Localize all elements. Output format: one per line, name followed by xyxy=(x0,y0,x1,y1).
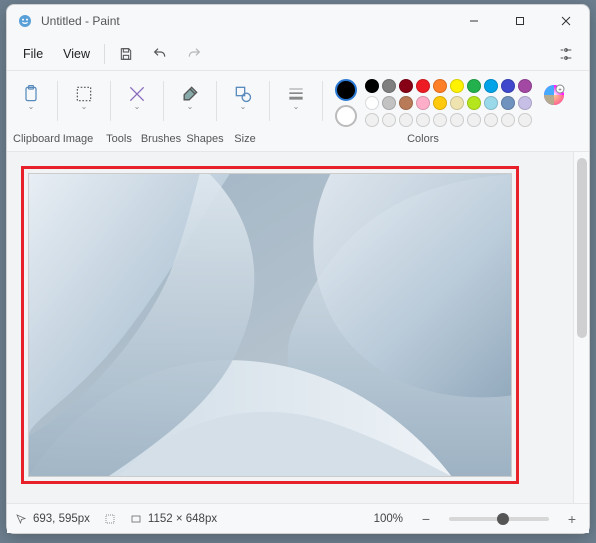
color-selectors xyxy=(335,79,357,127)
label-size: Size xyxy=(227,133,263,145)
color-swatch[interactable] xyxy=(399,96,413,110)
label-brushes: Brushes xyxy=(139,133,183,145)
color-swatch[interactable] xyxy=(365,96,379,110)
canvas[interactable] xyxy=(29,174,511,476)
paint-window: Untitled - Paint File View ⌄ ⌄ ⌄ ⌄ ⌄ ⌄ xyxy=(6,4,590,534)
color-swatch[interactable] xyxy=(382,113,396,127)
color-swatch[interactable] xyxy=(365,113,379,127)
selection-size xyxy=(104,513,116,525)
cursor-icon xyxy=(15,513,27,525)
menu-file[interactable]: File xyxy=(13,41,53,67)
color-swatch[interactable] xyxy=(382,96,396,110)
menu-bar: File View xyxy=(7,37,589,71)
settings-button[interactable] xyxy=(549,40,583,68)
label-shapes: Shapes xyxy=(183,133,227,145)
color-swatch[interactable] xyxy=(416,79,430,93)
redo-button[interactable] xyxy=(177,40,211,68)
cursor-position-text: 693, 595px xyxy=(33,513,90,525)
dimensions-icon xyxy=(130,513,142,525)
brushes-button[interactable]: ⌄ xyxy=(172,77,208,117)
label-colors: Colors xyxy=(263,133,583,145)
color-swatch[interactable] xyxy=(450,79,464,93)
color-swatch[interactable] xyxy=(518,79,532,93)
save-button[interactable] xyxy=(109,40,143,68)
zoom-out-button[interactable]: − xyxy=(417,511,435,527)
color-palette xyxy=(365,79,532,127)
color-swatch[interactable] xyxy=(399,113,413,127)
color-swatch[interactable] xyxy=(501,79,515,93)
color-1[interactable] xyxy=(335,79,357,101)
close-button[interactable] xyxy=(543,5,589,37)
menu-view[interactable]: View xyxy=(53,41,100,67)
canvas-size-text: 1152 × 648px xyxy=(148,513,217,525)
label-clipboard: Clipboard xyxy=(13,133,57,145)
canvas-size: 1152 × 648px xyxy=(130,513,217,525)
cursor-position: 693, 595px xyxy=(15,513,90,525)
color-swatch[interactable] xyxy=(416,113,430,127)
color-swatch[interactable] xyxy=(467,96,481,110)
clipboard-button[interactable]: ⌄ xyxy=(13,77,49,117)
color-swatch[interactable] xyxy=(467,79,481,93)
undo-button[interactable] xyxy=(143,40,177,68)
color-swatch[interactable] xyxy=(484,113,498,127)
svg-text:+: + xyxy=(558,88,562,94)
color-swatch[interactable] xyxy=(433,96,447,110)
color-swatch[interactable] xyxy=(467,113,481,127)
color-swatch[interactable] xyxy=(433,113,447,127)
color-swatch[interactable] xyxy=(518,96,532,110)
color-swatch[interactable] xyxy=(416,96,430,110)
color-swatch[interactable] xyxy=(433,79,447,93)
zoom-in-button[interactable]: + xyxy=(563,511,581,527)
color-swatch[interactable] xyxy=(365,79,379,93)
vertical-scrollbar[interactable] xyxy=(573,152,589,503)
selection-icon xyxy=(104,513,116,525)
maximize-button[interactable] xyxy=(497,5,543,37)
zoom-slider[interactable] xyxy=(449,517,549,521)
color-swatch[interactable] xyxy=(450,113,464,127)
zoom-slider-knob[interactable] xyxy=(497,513,509,525)
color-2[interactable] xyxy=(335,105,357,127)
minimize-button[interactable] xyxy=(451,5,497,37)
color-swatch[interactable] xyxy=(450,96,464,110)
tools-button[interactable]: ⌄ xyxy=(119,77,155,117)
window-title: Untitled - Paint xyxy=(41,14,120,28)
color-swatch[interactable] xyxy=(501,113,515,127)
status-bar: 693, 595px 1152 × 648px 100% − + xyxy=(7,503,589,533)
paint-app-icon xyxy=(17,13,33,29)
title-bar: Untitled - Paint xyxy=(7,5,589,37)
color-swatch[interactable] xyxy=(399,79,413,93)
edit-colors-button[interactable]: + xyxy=(542,83,566,107)
color-swatch[interactable] xyxy=(501,96,515,110)
zoom-level: 100% xyxy=(374,513,403,525)
canvas-viewport[interactable] xyxy=(7,152,573,503)
color-swatch[interactable] xyxy=(382,79,396,93)
label-tools: Tools xyxy=(99,133,139,145)
ribbon: ⌄ ⌄ ⌄ ⌄ ⌄ ⌄ + xyxy=(7,71,589,133)
ribbon-labels: Clipboard Image Tools Brushes Shapes Siz… xyxy=(7,133,589,152)
menu-divider xyxy=(104,44,105,64)
canvas-selection xyxy=(21,166,519,484)
scrollbar-thumb[interactable] xyxy=(577,158,587,338)
work-area xyxy=(7,152,589,503)
label-image: Image xyxy=(57,133,99,145)
shapes-button[interactable]: ⌄ xyxy=(225,77,261,117)
color-swatch[interactable] xyxy=(518,113,532,127)
color-swatch[interactable] xyxy=(484,96,498,110)
color-swatch[interactable] xyxy=(484,79,498,93)
size-button[interactable]: ⌄ xyxy=(278,77,314,117)
image-select-button[interactable]: ⌄ xyxy=(66,77,102,117)
